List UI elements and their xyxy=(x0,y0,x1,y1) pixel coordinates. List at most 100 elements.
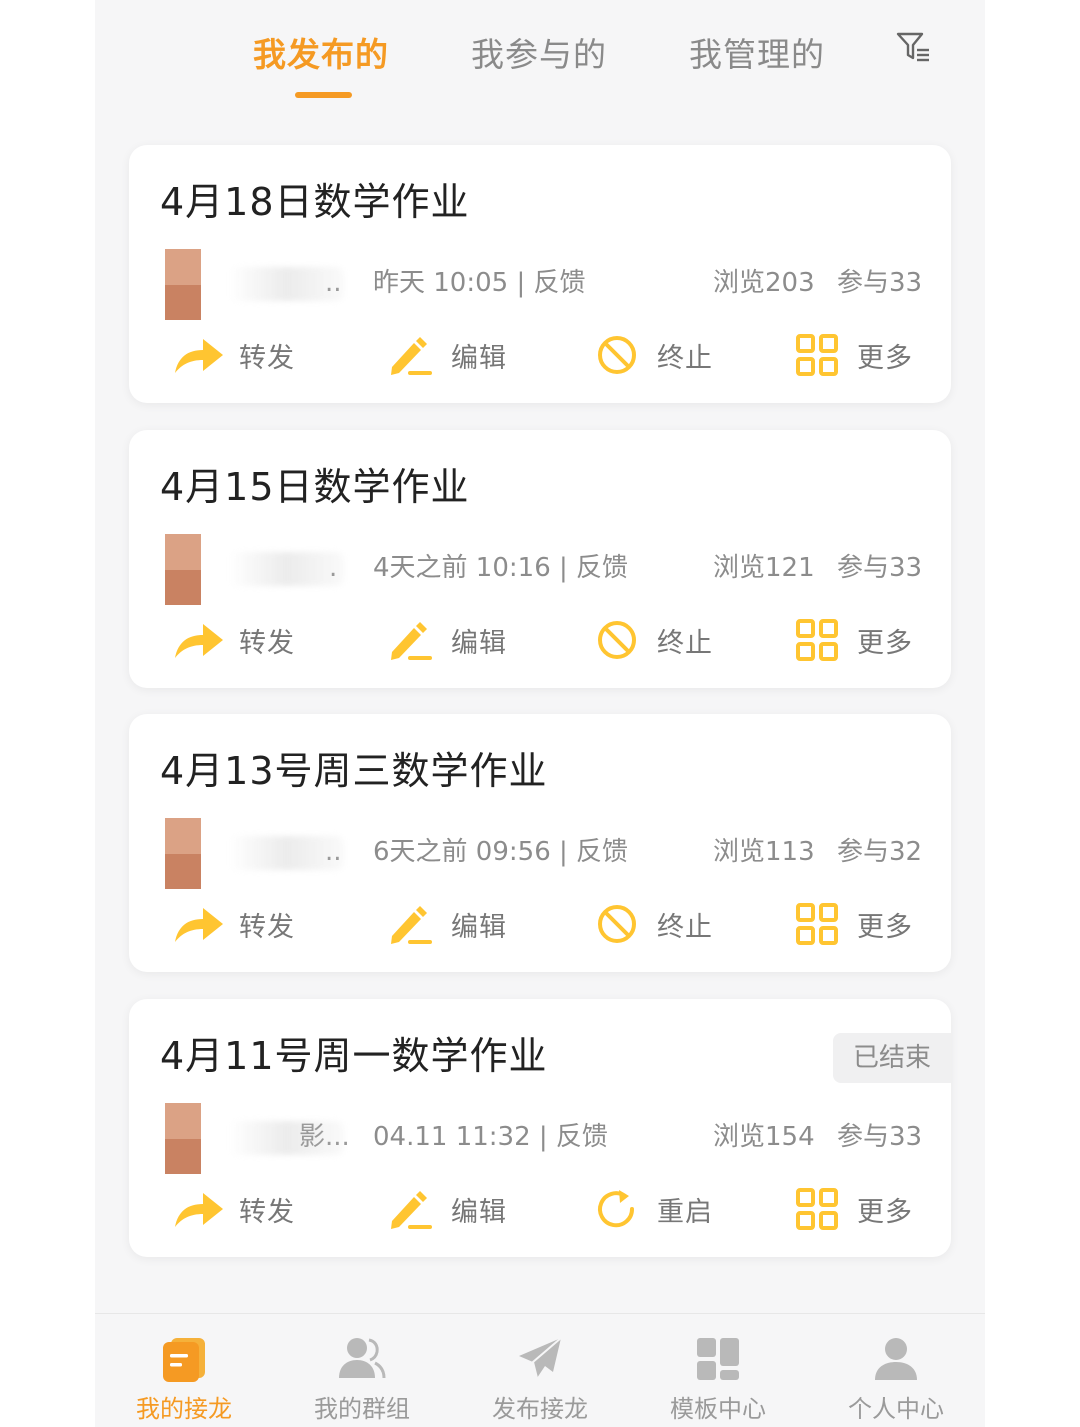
forward-icon xyxy=(171,331,227,379)
edit-button[interactable]: 编辑 xyxy=(383,329,507,381)
more-button[interactable]: 更多 xyxy=(789,614,913,666)
more-label: 更多 xyxy=(857,627,913,659)
author-name-ellipsis: . xyxy=(329,553,338,583)
post-time-feedback: 昨天 10:05 | 反馈 xyxy=(373,268,586,298)
nav-label: 我的群组 xyxy=(314,1395,410,1423)
forward-label: 转发 xyxy=(239,911,295,943)
edit-label: 编辑 xyxy=(451,1196,507,1228)
views-count: 浏览121 xyxy=(713,553,815,583)
more-label: 更多 xyxy=(857,342,913,374)
forward-icon xyxy=(171,616,227,664)
card-title[interactable]: 4月15日数学作业 xyxy=(160,462,470,512)
edit-button[interactable]: 编辑 xyxy=(383,614,507,666)
more-label: 更多 xyxy=(857,911,913,943)
top-tab-bar: 我发布的 我参与的 我管理的 xyxy=(95,0,985,120)
participants-count: 参与33 xyxy=(837,268,923,298)
forward-label: 转发 xyxy=(239,627,295,659)
nav-publish-relay[interactable]: 发布接龙 xyxy=(451,1314,629,1427)
forward-button[interactable]: 转发 xyxy=(171,614,295,666)
post-time-feedback: 04.11 11:32 | 反馈 xyxy=(373,1122,608,1152)
edit-icon xyxy=(383,1185,439,1233)
grid-icon xyxy=(789,616,845,664)
views-count: 浏览154 xyxy=(713,1122,815,1152)
nav-label: 个人中心 xyxy=(848,1395,944,1423)
views-count: 浏览203 xyxy=(713,268,815,298)
author-name-ellipsis: .. xyxy=(325,268,342,298)
card[interactable]: 4月13号周三数学作业 .. 6天之前 09:56 | 反馈 浏览113 参与3… xyxy=(129,714,951,972)
card-title[interactable]: 4月11号周一数学作业 xyxy=(160,1031,548,1081)
edit-button[interactable]: 编辑 xyxy=(383,1183,507,1235)
participants-count: 参与33 xyxy=(837,1122,923,1152)
edit-label: 编辑 xyxy=(451,342,507,374)
participants-count: 参与32 xyxy=(837,837,923,867)
stop-label: 终止 xyxy=(657,627,713,659)
tab-published[interactable]: 我发布的 xyxy=(253,30,389,80)
card[interactable]: 4月11号周一数学作业 已结束 影... 04.11 11:32 | 反馈 浏览… xyxy=(129,999,951,1257)
nav-my-groups[interactable]: 我的群组 xyxy=(273,1314,451,1427)
user-icon xyxy=(869,1332,923,1386)
card-title[interactable]: 4月18日数学作业 xyxy=(160,177,470,227)
post-time-feedback: 6天之前 09:56 | 反馈 xyxy=(373,837,629,867)
tab-participated[interactable]: 我参与的 xyxy=(471,30,607,80)
app-screen: 我发布的 我参与的 我管理的 4月18日数学作业 .. 昨天 10:05 | 反… xyxy=(95,0,985,1427)
edit-label: 编辑 xyxy=(451,627,507,659)
views-count: 浏览113 xyxy=(713,837,815,867)
nav-my-relay[interactable]: 我的接龙 xyxy=(95,1314,273,1427)
edit-icon xyxy=(383,900,439,948)
restart-button[interactable]: 重启 xyxy=(589,1183,713,1235)
avatar xyxy=(165,1103,201,1174)
edit-icon xyxy=(383,616,439,664)
nav-label: 发布接龙 xyxy=(492,1395,588,1423)
author-name-ellipsis: 影... xyxy=(299,1122,350,1152)
more-button[interactable]: 更多 xyxy=(789,329,913,381)
forward-button[interactable]: 转发 xyxy=(171,898,295,950)
grid-icon xyxy=(789,331,845,379)
card[interactable]: 4月15日数学作业 . 4天之前 10:16 | 反馈 浏览121 参与33 转… xyxy=(129,430,951,688)
stop-button[interactable]: 终止 xyxy=(589,614,713,666)
restart-icon xyxy=(589,1185,645,1233)
participants-count: 参与33 xyxy=(837,553,923,583)
forward-button[interactable]: 转发 xyxy=(171,1183,295,1235)
more-label: 更多 xyxy=(857,1196,913,1228)
more-button[interactable]: 更多 xyxy=(789,898,913,950)
forward-label: 转发 xyxy=(239,1196,295,1228)
stop-button[interactable]: 终止 xyxy=(589,329,713,381)
avatar xyxy=(165,534,201,605)
avatar xyxy=(165,249,201,320)
nav-template-center[interactable]: 模板中心 xyxy=(629,1314,807,1427)
stop-icon xyxy=(589,900,645,948)
send-icon xyxy=(513,1332,567,1386)
grid-icon xyxy=(789,900,845,948)
active-tab-indicator xyxy=(295,92,352,98)
nav-label: 模板中心 xyxy=(670,1395,766,1423)
author-name-ellipsis: .. xyxy=(325,837,342,867)
more-button[interactable]: 更多 xyxy=(789,1183,913,1235)
forward-icon xyxy=(171,900,227,948)
filter-icon[interactable] xyxy=(895,30,941,70)
template-icon xyxy=(691,1332,745,1386)
edit-label: 编辑 xyxy=(451,911,507,943)
post-time-feedback: 4天之前 10:16 | 反馈 xyxy=(373,553,629,583)
avatar xyxy=(165,818,201,889)
nav-personal-center[interactable]: 个人中心 xyxy=(807,1314,985,1427)
tab-managed[interactable]: 我管理的 xyxy=(689,30,825,80)
forward-icon xyxy=(171,1185,227,1233)
group-icon xyxy=(335,1332,389,1386)
nav-label: 我的接龙 xyxy=(136,1395,232,1423)
stop-icon xyxy=(589,616,645,664)
stop-label: 终止 xyxy=(657,911,713,943)
restart-label: 重启 xyxy=(657,1196,713,1228)
stop-icon xyxy=(589,331,645,379)
status-badge: 已结束 xyxy=(833,1033,951,1083)
stop-button[interactable]: 终止 xyxy=(589,898,713,950)
bottom-nav: 我的接龙 我的群组 发布接龙 模板中心 个人中心 xyxy=(95,1313,985,1427)
note-icon xyxy=(157,1332,211,1386)
forward-label: 转发 xyxy=(239,342,295,374)
stop-label: 终止 xyxy=(657,342,713,374)
edit-button[interactable]: 编辑 xyxy=(383,898,507,950)
forward-button[interactable]: 转发 xyxy=(171,329,295,381)
grid-icon xyxy=(789,1185,845,1233)
blurred-author-name xyxy=(229,552,344,586)
card[interactable]: 4月18日数学作业 .. 昨天 10:05 | 反馈 浏览203 参与33 转发… xyxy=(129,145,951,403)
card-title[interactable]: 4月13号周三数学作业 xyxy=(160,746,548,796)
